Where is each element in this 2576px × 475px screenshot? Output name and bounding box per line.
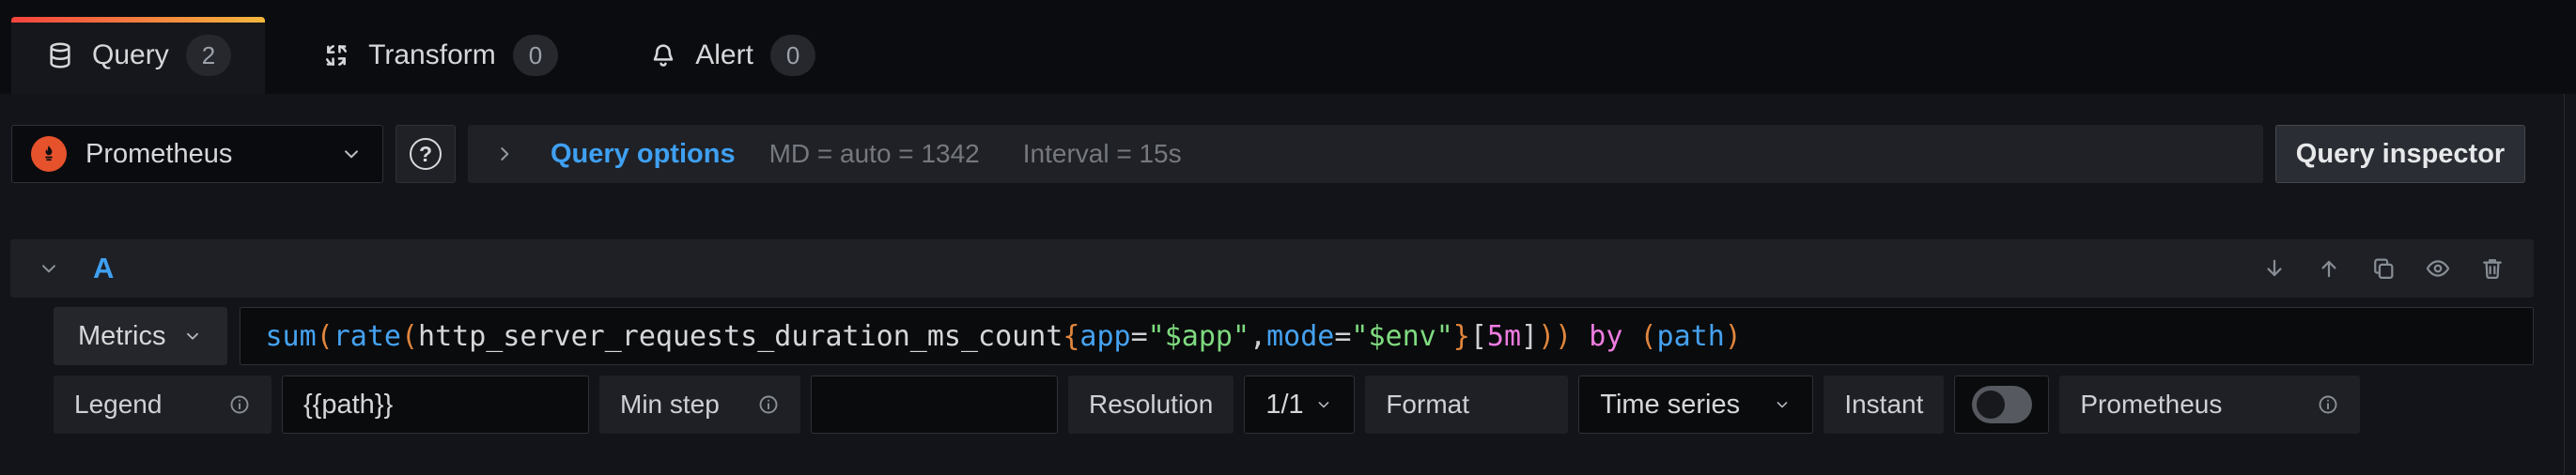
tab-query[interactable]: Query 2 (11, 17, 265, 94)
resolution-label-text: Resolution (1089, 390, 1213, 420)
query-options-toggle[interactable]: Query options MD = auto = 1342 Interval … (468, 125, 2263, 183)
query-row-a: A Metrics sum(rate(h (10, 239, 2534, 434)
panel-editor-tabbar: Query 2 Transform 0 Alert 0 (0, 0, 2576, 94)
query-options-label: Query options (551, 139, 736, 170)
query-inspector-button-label: Query inspector (2296, 139, 2505, 170)
query-inspector-button[interactable]: Query inspector (2275, 125, 2525, 183)
format-select[interactable]: Time series (1578, 375, 1813, 434)
legend-label-text: Legend (74, 390, 162, 420)
promql-token: "$app" (1148, 320, 1249, 353)
resolution-label: Resolution (1068, 375, 1234, 434)
legend-info-icon[interactable] (228, 393, 251, 416)
format-value: Time series (1600, 390, 1740, 421)
min-step-input[interactable] (811, 375, 1058, 434)
collapse-chevron-down-icon[interactable] (37, 256, 61, 281)
query-toolbar: Prometheus ? Query options MD = auto = 1… (11, 125, 2525, 183)
transform-icon (321, 40, 351, 70)
datasource-info-icon[interactable] (2317, 393, 2339, 416)
metrics-browser-label: Metrics (78, 321, 165, 352)
query-options-stats: MD = auto = 1342 Interval = 15s (769, 139, 1182, 169)
promql-token: ( (317, 320, 334, 353)
resolution-value: 1/1 (1265, 390, 1303, 421)
tab-transform-count-badge: 0 (513, 35, 558, 76)
chevron-down-icon (1314, 395, 1333, 414)
format-label-text: Format (1386, 390, 1469, 420)
promql-token: ( (1639, 320, 1656, 353)
tab-transform[interactable]: Transform 0 (287, 17, 592, 94)
legend-label: Legend (54, 375, 272, 434)
max-data-points-stat: MD = auto = 1342 (769, 139, 980, 169)
datasource-name: Prometheus (85, 139, 320, 170)
promql-token: mode (1266, 320, 1334, 353)
promql-token: } (1453, 320, 1470, 353)
right-pane-divider (2564, 94, 2565, 475)
bell-icon (648, 40, 678, 70)
tab-alert-label: Alert (695, 39, 753, 71)
promql-token: ] (1521, 320, 1538, 353)
instant-label: Instant (1823, 375, 1944, 434)
tab-query-label: Query (92, 39, 169, 71)
tab-alert[interactable]: Alert 0 (614, 17, 849, 94)
query-ref-id: A (93, 252, 114, 285)
promql-token: , (1249, 320, 1266, 353)
question-mark-icon: ? (410, 138, 442, 170)
duplicate-query-icon[interactable] (2370, 255, 2397, 282)
promql-token: path (1657, 320, 1725, 353)
query-options-row: Legend {{path}} Min step Resolution 1/1 (54, 375, 2534, 434)
promql-token: sum (265, 320, 316, 353)
prometheus-logo-icon (31, 136, 67, 172)
promql-token: 5m (1487, 320, 1521, 353)
promql-token: = (1131, 320, 1148, 353)
format-label: Format (1365, 375, 1568, 434)
promql-token (1572, 320, 1589, 353)
datasource-help-button[interactable]: ? (396, 125, 456, 183)
promql-token: { (1063, 320, 1079, 353)
instant-toggle[interactable] (1972, 386, 2032, 423)
resolution-select[interactable]: 1/1 (1244, 375, 1355, 434)
toggle-visibility-eye-icon[interactable] (2425, 255, 2451, 282)
promql-token: )) (1538, 320, 1572, 353)
promql-token: by (1589, 320, 1622, 353)
query-row-header[interactable]: A (10, 239, 2534, 298)
interval-stat: Interval = 15s (1023, 139, 1182, 169)
instant-label-text: Instant (1844, 390, 1923, 420)
delete-query-trash-icon[interactable] (2479, 255, 2506, 282)
promql-token: app (1079, 320, 1130, 353)
query-editor-row: Metrics sum(rate(http_server_requests_du… (54, 307, 2534, 365)
datasource-option-label: Prometheus (2059, 375, 2360, 434)
promql-token: ) (1725, 320, 1742, 353)
datasource-option-text: Prometheus (2080, 390, 2222, 420)
chevron-down-icon (182, 326, 203, 346)
database-icon (45, 40, 75, 70)
promql-expression-input[interactable]: sum(rate(http_server_requests_duration_m… (240, 307, 2534, 365)
chevron-down-icon (339, 142, 364, 166)
tab-query-count-badge: 2 (186, 35, 231, 76)
promql-token: [ (1470, 320, 1487, 353)
instant-toggle-box (1954, 375, 2049, 434)
query-row-actions (2261, 255, 2506, 282)
chevron-down-icon (1773, 395, 1792, 414)
promql-token: = (1334, 320, 1351, 353)
min-step-info-icon[interactable] (757, 393, 780, 416)
promql-token (1622, 320, 1639, 353)
min-step-label-text: Min step (620, 390, 720, 420)
promql-token: "$env" (1351, 320, 1452, 353)
promql-token: ( (401, 320, 418, 353)
toggle-knob (1977, 391, 2005, 419)
move-query-up-icon[interactable] (2316, 255, 2342, 282)
legend-input[interactable]: {{path}} (282, 375, 589, 434)
move-query-down-icon[interactable] (2261, 255, 2288, 282)
promql-token: rate (334, 320, 401, 353)
tab-transform-label: Transform (368, 39, 496, 71)
metrics-browser-button[interactable]: Metrics (54, 307, 227, 365)
chevron-right-icon (492, 142, 517, 166)
min-step-label: Min step (599, 375, 800, 434)
promql-token: http_server_requests_duration_ms_count (418, 320, 1063, 353)
legend-value: {{path}} (303, 390, 393, 421)
tab-alert-count-badge: 0 (770, 35, 815, 76)
datasource-picker[interactable]: Prometheus (11, 125, 383, 183)
